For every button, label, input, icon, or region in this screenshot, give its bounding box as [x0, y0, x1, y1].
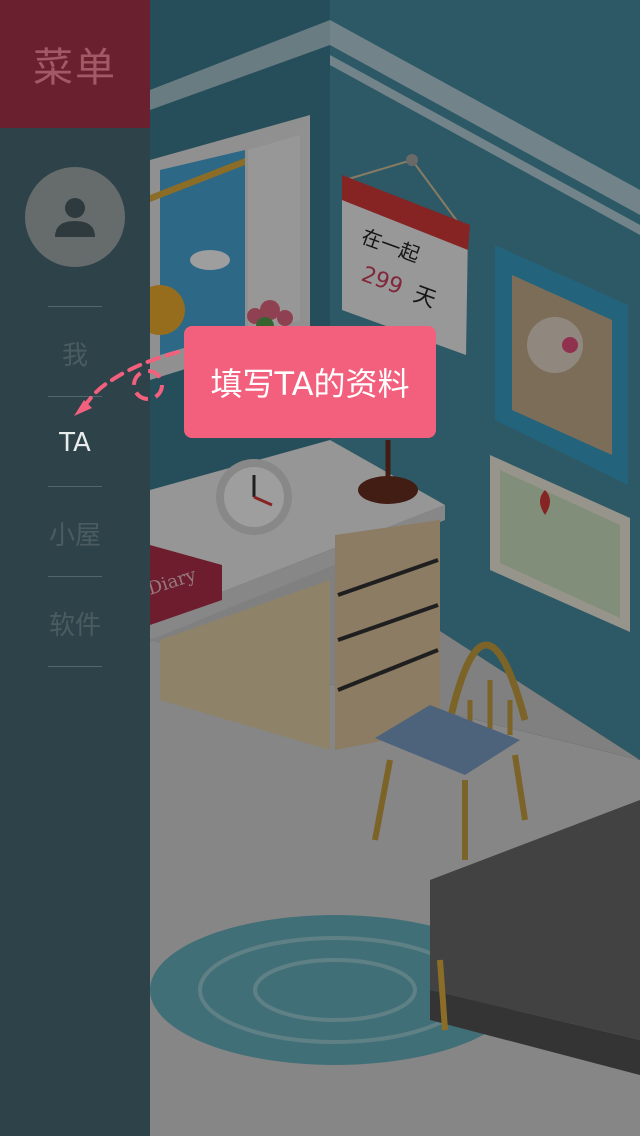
nav-item-house[interactable]: 小屋 — [48, 488, 102, 578]
divider — [48, 486, 102, 487]
nav-item-label: 小屋 — [48, 520, 101, 551]
tooltip-text: 填写TA的资料 — [210, 365, 410, 403]
user-icon — [55, 198, 95, 237]
menu-title: 菜单 — [33, 45, 117, 91]
tooltip-fill-ta-profile[interactable]: 填写TA的资料 — [184, 326, 436, 438]
divider — [48, 666, 102, 667]
dashed-arrow-icon — [74, 350, 180, 416]
nav-item-label: TA — [59, 428, 91, 458]
nav-item-label: 软件 — [48, 610, 101, 641]
menu-header: 菜单 — [0, 0, 150, 128]
divider — [48, 306, 102, 307]
divider — [48, 576, 102, 577]
side-menu: 菜单 我 TA 小屋 软件 — [0, 0, 150, 1136]
nav-item-software[interactable]: 软件 — [48, 578, 102, 668]
avatar[interactable] — [25, 167, 125, 267]
